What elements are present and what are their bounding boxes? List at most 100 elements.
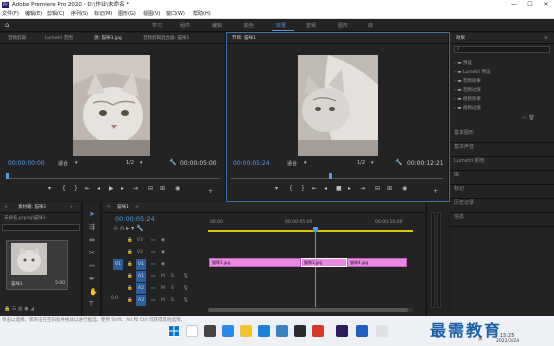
track-lock-icon[interactable]: 🔒 [127, 295, 133, 306]
tab-program[interactable]: 节目: 猫咪1 [232, 33, 256, 44]
minimize-button[interactable]: — [506, 0, 522, 10]
tab-source[interactable]: 源: 猫咪3.jpg [94, 33, 122, 44]
track-a3-solo[interactable]: S [171, 295, 174, 306]
track-a3-mute[interactable]: M [161, 295, 165, 306]
tab-lumetri-scopes[interactable]: Lumetri 范围 [45, 33, 73, 44]
track-a3-sync-icon[interactable]: ▭ [151, 295, 155, 306]
menu-file[interactable]: 文件(F) [2, 10, 19, 19]
premiere-taskbar-icon[interactable] [336, 325, 348, 337]
play-icon[interactable]: ▶ [109, 185, 114, 192]
pen-tool-icon[interactable]: ✒ [89, 275, 95, 283]
program-playhead[interactable] [329, 173, 332, 179]
program-step-forward-icon[interactable]: ▸ [348, 185, 351, 192]
go-to-in-icon[interactable]: ⇤ [85, 185, 90, 192]
app-icon[interactable] [312, 325, 324, 337]
source-resolution-chevron-icon[interactable]: ▾ [140, 160, 143, 166]
effects-folder-audio-transitions[interactable]: › ▬ 音频过渡 [454, 86, 550, 95]
menu-clip[interactable]: 剪辑(C) [47, 10, 64, 19]
timeline-clip[interactable]: 猫咪3.jpg [301, 258, 347, 267]
program-scrubber[interactable] [231, 173, 443, 179]
project-more-icon[interactable]: » [70, 202, 73, 213]
work-area-bar[interactable] [208, 230, 413, 232]
project-footer-icons[interactable]: 🔒 ☰ ▦ ● ◢ [4, 306, 34, 312]
menu-sequence[interactable]: 序列(S) [71, 10, 88, 19]
track-lock-icon[interactable]: 🔒 [127, 247, 133, 258]
source-timecode[interactable]: 00:00:00:00 [8, 160, 45, 167]
track-a1-mute[interactable]: M [161, 271, 165, 282]
hand-tool-icon[interactable]: ✋ [89, 288, 98, 296]
program-play-icon[interactable]: ■ [336, 185, 342, 192]
track-lock-icon[interactable]: 🔒 [127, 283, 133, 294]
ripple-edit-tool-icon[interactable]: ⇹ [89, 236, 95, 244]
project-item-card[interactable]: 猫咪1 5:00 [6, 240, 68, 290]
menu-view[interactable]: 视图(V) [143, 10, 160, 19]
tab-sequence[interactable]: 猫咪1 [117, 202, 129, 213]
button-editor-icon[interactable]: + [208, 188, 213, 195]
program-go-to-in-icon[interactable]: ⇤ [312, 185, 317, 192]
track-lock-icon[interactable]: 🔒 [127, 271, 133, 282]
edge-icon[interactable] [258, 325, 270, 337]
source-playhead[interactable] [6, 173, 9, 179]
step-back-icon[interactable]: ◂ [97, 185, 100, 192]
program-mark-out-icon[interactable]: } [301, 185, 305, 192]
insert-icon[interactable]: ⊟ [148, 185, 153, 192]
menu-help[interactable]: 帮助(H) [193, 10, 211, 19]
workspace-tab-assembly[interactable]: 组件 [180, 22, 190, 29]
workspace-tab-libraries[interactable]: 库 [368, 22, 373, 29]
ime-indicator[interactable]: 英 [478, 336, 483, 342]
track-a1-label[interactable]: A1 [136, 271, 146, 282]
timeline-close-icon[interactable]: ✕ [107, 202, 111, 213]
workspace-tab-effects[interactable]: 效果 [276, 22, 286, 29]
source-resolution-select[interactable]: 1/2 [126, 160, 134, 166]
effects-search-input[interactable]: ⌕ [454, 46, 550, 53]
effects-footer-icons[interactable]: ▭ 🗑 [522, 115, 535, 121]
source-patch-v1[interactable]: V1 [113, 259, 123, 270]
start-icon[interactable] [168, 325, 180, 337]
program-export-frame-icon[interactable]: ◉ [402, 185, 407, 192]
track-v1-eye-icon[interactable]: ◉ [161, 259, 165, 270]
timeline-scroll-thumb[interactable] [208, 308, 408, 312]
program-step-back-icon[interactable]: ◂ [324, 185, 327, 192]
program-go-to-out-icon[interactable]: ⇥ [360, 185, 365, 192]
extract-icon[interactable]: ⊞ [387, 185, 392, 192]
source-fit-chevron-icon[interactable]: ▾ [75, 160, 78, 166]
mark-out-icon[interactable]: } [74, 185, 78, 192]
project-menu-icon[interactable]: ≡ [4, 202, 8, 213]
timeline-scrollbar[interactable] [208, 308, 413, 312]
track-a2-mic-icon[interactable]: 🎙 [183, 283, 189, 294]
project-search-input[interactable] [2, 224, 80, 231]
search-taskbar-icon[interactable] [186, 325, 198, 337]
timeline-menu-icon[interactable]: ≡ [135, 202, 139, 213]
track-a1-mic-icon[interactable]: 🎙 [183, 271, 189, 282]
workspace-tab-graphics[interactable]: 图形 [338, 22, 348, 29]
track-v1-label[interactable]: V1 [136, 259, 146, 270]
mark-in-icon[interactable]: { [62, 185, 66, 192]
source-settings-icon[interactable]: 🔧 [169, 159, 176, 166]
tab-audio-mixer[interactable]: 音频剪辑混合器: 猫咪1 [143, 33, 189, 44]
track-v3-eye-icon[interactable]: ◉ [161, 235, 165, 246]
effects-folder-video-effects[interactable]: › ▬ 视频效果 [454, 95, 550, 104]
timeline-clip[interactable]: 猫咪4.jpg [347, 258, 407, 267]
workspace-tab-audio[interactable]: 音频 [306, 22, 316, 29]
program-settings-icon[interactable]: 🔧 [395, 159, 402, 166]
workspace-tab-color[interactable]: 颜色 [244, 22, 254, 29]
track-a1-solo[interactable]: S [171, 271, 174, 282]
store-icon[interactable] [276, 325, 288, 337]
effects-folder-audio-effects[interactable]: › ▬ 音频效果 [454, 77, 550, 86]
effects-folder-presets[interactable]: › ▬ 预设 [454, 59, 550, 68]
mix-value[interactable]: 0.0 [111, 296, 118, 301]
track-a2-sync-icon[interactable]: ▭ [151, 283, 155, 294]
program-fit-select[interactable]: 适合 [287, 160, 297, 167]
track-v1-sync-icon[interactable]: ▭ [151, 259, 155, 270]
workspace-tab-editing[interactable]: 编辑 [212, 22, 222, 29]
program-mark-in-icon[interactable]: { [289, 185, 293, 192]
overwrite-icon[interactable]: ⊞ [160, 185, 165, 192]
track-a2-solo[interactable]: S [171, 283, 174, 294]
program-button-editor-icon[interactable]: + [433, 188, 438, 195]
workspace-tab-learn[interactable]: 学习 [152, 22, 162, 29]
timeline-clip[interactable]: 猫咪1.jpg [209, 258, 301, 267]
timeline-tool-icons[interactable]: ⊹ ∩ ▸ ▾ 🔧 [113, 225, 144, 232]
program-add-marker-icon[interactable]: ▾ [275, 185, 278, 192]
menu-graphics[interactable]: 图形(G) [118, 10, 136, 19]
maximize-button[interactable]: ☐ [522, 0, 538, 10]
